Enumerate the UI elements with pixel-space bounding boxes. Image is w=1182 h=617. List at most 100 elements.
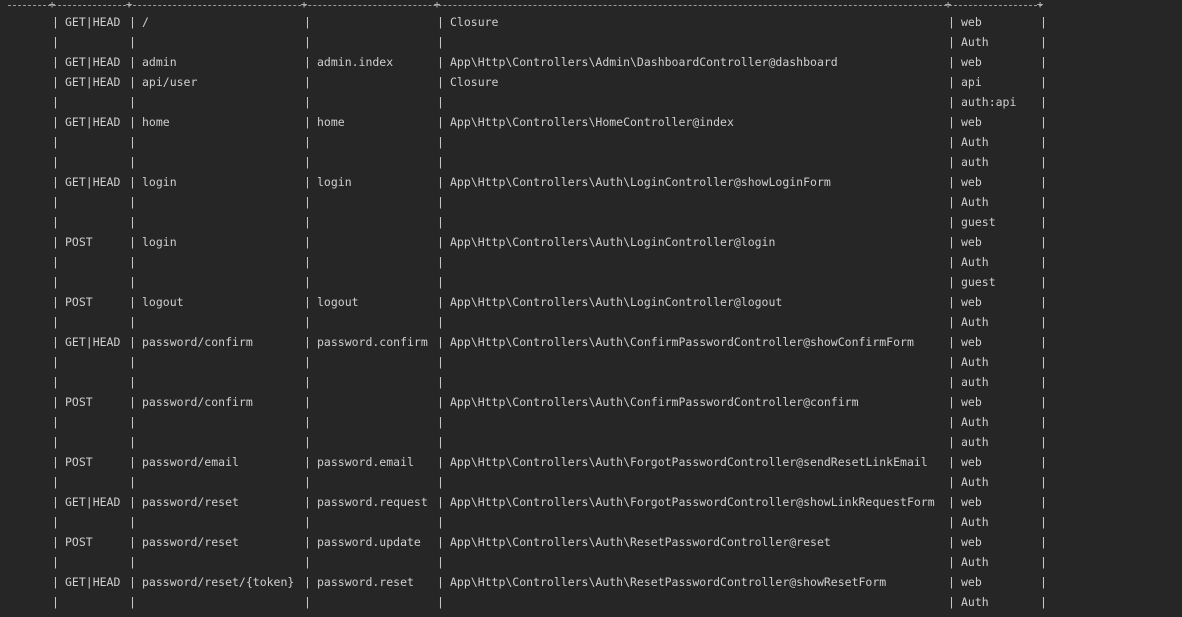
terminal-output: + + + + + + | | | | | | GET|HEAD / Closure web | | |… <box>0 0 1182 617</box>
cell-uri: login <box>142 175 177 189</box>
column-separator: | <box>304 575 311 589</box>
column-separator: | <box>437 295 444 309</box>
cell-middleware: web <box>961 455 982 469</box>
column-separator: | <box>437 435 444 449</box>
border-corner: + <box>944 0 952 10</box>
column-separator: | <box>129 555 136 569</box>
cell-action: App\Http\Controllers\Auth\LoginControlle… <box>450 295 783 309</box>
column-separator: | <box>1040 595 1047 609</box>
border-corner: + <box>433 0 441 10</box>
cell-middleware: Auth <box>961 135 989 149</box>
column-separator: | <box>52 195 59 209</box>
cell-uri: password/confirm <box>142 395 253 409</box>
column-separator: | <box>129 75 136 89</box>
column-separator: | <box>437 355 444 369</box>
column-separator: | <box>304 415 311 429</box>
column-separator: | <box>948 515 955 529</box>
column-separator: | <box>304 15 311 29</box>
cell-middleware: guest <box>961 215 996 229</box>
column-separator: | <box>1040 455 1047 469</box>
column-separator: | <box>304 95 311 109</box>
table-row: | | | | | | GET|HEAD password/confirm password.c… <box>0 332 1182 352</box>
column-separator: | <box>1040 35 1047 49</box>
column-separator: | <box>1040 275 1047 289</box>
column-separator: | <box>1040 435 1047 449</box>
column-separator: | <box>437 275 444 289</box>
column-separator: | <box>1040 15 1047 29</box>
table-row: | | | | | | POST login App\Http\Controllers\Auth… <box>0 232 1182 252</box>
column-separator: | <box>437 595 444 609</box>
table-row: | | | | | | GET|HEAD home home App\Http\Controlle… <box>0 112 1182 132</box>
table-row: | | | | | | auth <box>0 432 1182 452</box>
table-top-border: + + + + + + <box>0 0 1182 10</box>
column-separator: | <box>948 575 955 589</box>
column-separator: | <box>129 435 136 449</box>
column-separator: | <box>129 395 136 409</box>
column-separator: | <box>304 375 311 389</box>
column-separator: | <box>437 395 444 409</box>
cell-name: home <box>317 115 345 129</box>
column-separator: | <box>437 415 444 429</box>
column-separator: | <box>129 315 136 329</box>
cell-method: POST <box>65 235 93 249</box>
column-separator: | <box>304 515 311 529</box>
table-row: | | | | | | auth:api <box>0 92 1182 112</box>
column-separator: | <box>437 175 444 189</box>
cell-middleware: Auth <box>961 595 989 609</box>
cell-uri: home <box>142 115 170 129</box>
cell-middleware: web <box>961 495 982 509</box>
column-separator: | <box>1040 515 1047 529</box>
cell-middleware: Auth <box>961 515 989 529</box>
column-separator: | <box>437 235 444 249</box>
column-separator: | <box>948 135 955 149</box>
cell-method: GET|HEAD <box>65 575 121 589</box>
column-separator: | <box>304 295 311 309</box>
cell-uri: password/reset <box>142 495 239 509</box>
cell-name: logout <box>317 295 359 309</box>
column-separator: | <box>1040 315 1047 329</box>
column-separator: | <box>52 275 59 289</box>
table-row: | | | | | | Auth <box>0 412 1182 432</box>
column-separator: | <box>948 235 955 249</box>
cell-method: GET|HEAD <box>65 15 121 29</box>
column-separator: | <box>52 295 59 309</box>
column-separator: | <box>304 435 311 449</box>
column-separator: | <box>52 555 59 569</box>
cell-middleware: auth <box>961 155 989 169</box>
cell-middleware: Auth <box>961 35 989 49</box>
cell-method: GET|HEAD <box>65 175 121 189</box>
cell-middleware: Auth <box>961 555 989 569</box>
column-separator: | <box>129 535 136 549</box>
column-separator: | <box>304 555 311 569</box>
column-separator: | <box>304 35 311 49</box>
column-separator: | <box>129 295 136 309</box>
table-row: | | | | | | Auth <box>0 512 1182 532</box>
column-separator: | <box>304 175 311 189</box>
column-separator: | <box>1040 535 1047 549</box>
table-row: | | | | | | POST password/confirm App\Http\Contr… <box>0 392 1182 412</box>
border-corner: + <box>48 0 56 10</box>
column-separator: | <box>948 15 955 29</box>
column-separator: | <box>129 595 136 609</box>
column-separator: | <box>304 355 311 369</box>
cell-middleware: web <box>961 575 982 589</box>
cell-action: App\Http\Controllers\Auth\ForgotPassword… <box>450 455 928 469</box>
cell-name: login <box>317 175 352 189</box>
column-separator: | <box>948 75 955 89</box>
column-separator: | <box>437 55 444 69</box>
cell-action: App\Http\Controllers\Auth\ResetPasswordC… <box>450 575 887 589</box>
column-separator: | <box>1040 555 1047 569</box>
column-separator: | <box>948 455 955 469</box>
table-row: | | | | | | Auth <box>0 592 1182 612</box>
column-separator: | <box>52 75 59 89</box>
table-row: | | | | | | Auth <box>0 132 1182 152</box>
column-separator: | <box>304 255 311 269</box>
column-separator: | <box>129 255 136 269</box>
column-separator: | <box>52 575 59 589</box>
cell-method: GET|HEAD <box>65 495 121 509</box>
column-separator: | <box>437 455 444 469</box>
column-separator: | <box>948 95 955 109</box>
column-separator: | <box>948 475 955 489</box>
column-separator: | <box>52 95 59 109</box>
column-separator: | <box>437 475 444 489</box>
